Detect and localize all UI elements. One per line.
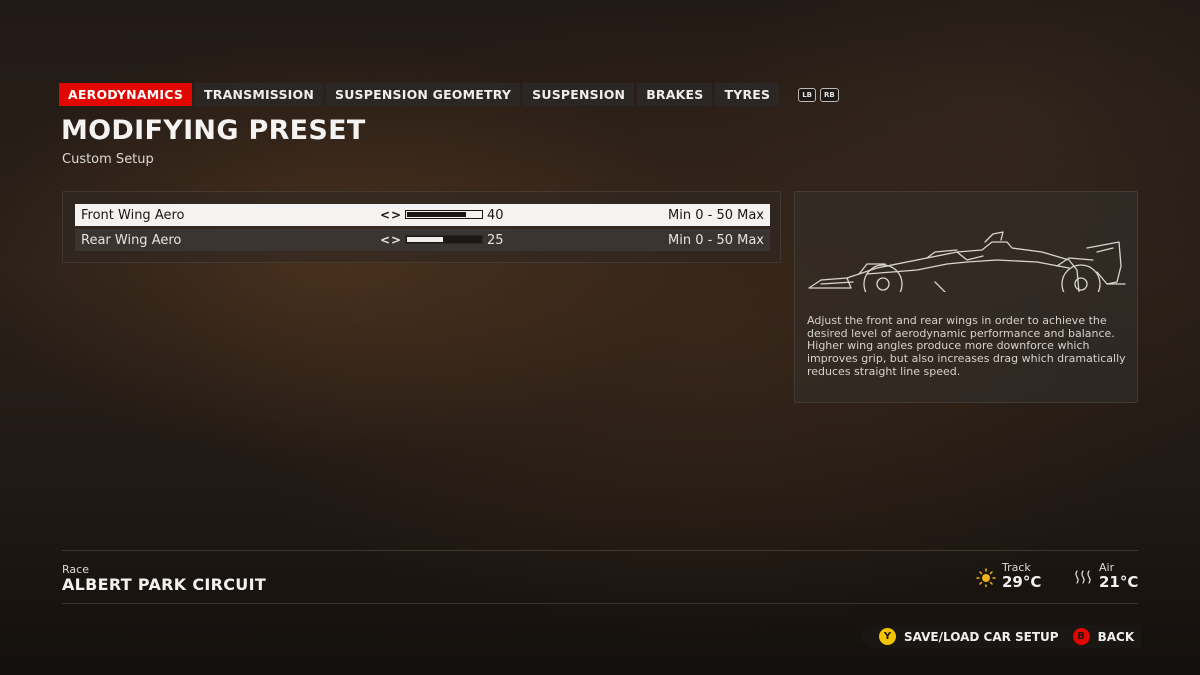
info-description: Adjust the front and rear wings in order… bbox=[807, 314, 1127, 379]
setup-tabs: AERODYNAMICS TRANSMISSION SUSPENSION GEO… bbox=[59, 83, 839, 106]
air-temperature: Air 21°C bbox=[1073, 562, 1138, 591]
rb-button-icon[interactable]: RB bbox=[820, 87, 839, 102]
save-load-setup-button[interactable]: Y SAVE/LOAD CAR SETUP bbox=[879, 628, 1059, 645]
back-button[interactable]: B BACK bbox=[1072, 628, 1135, 645]
track-temp-value: 29°C bbox=[1002, 573, 1042, 591]
air-temp-value: 21°C bbox=[1099, 573, 1139, 591]
divider bbox=[62, 603, 1138, 604]
f1-car-outline-icon bbox=[808, 231, 1126, 292]
prompt-label: BACK bbox=[1097, 629, 1135, 644]
info-paragraph: Adjust the front and rear wings in order… bbox=[807, 314, 1115, 340]
sun-icon bbox=[976, 567, 996, 587]
adjust-arrows-icon[interactable]: <> bbox=[380, 233, 402, 247]
tab-tyres[interactable]: TYRES bbox=[715, 83, 780, 106]
setting-range: Min 0 - 50 Max bbox=[668, 232, 764, 248]
settings-panel: Front Wing Aero <> 40 Min 0 - 50 Max Rea… bbox=[62, 191, 781, 263]
divider bbox=[62, 550, 1138, 551]
setting-row-front-wing-aero[interactable]: Front Wing Aero <> 40 Min 0 - 50 Max bbox=[75, 204, 770, 226]
prompt-label: SAVE/LOAD CAR SETUP bbox=[904, 629, 1059, 644]
info-panel: Adjust the front and rear wings in order… bbox=[794, 191, 1138, 403]
tab-aerodynamics[interactable]: AERODYNAMICS bbox=[59, 83, 193, 106]
setting-label: Front Wing Aero bbox=[81, 207, 185, 223]
b-button-icon: B bbox=[1072, 628, 1090, 645]
circuit-name: ALBERT PARK CIRCUIT bbox=[62, 575, 267, 594]
slider-fill bbox=[407, 237, 443, 242]
value-slider[interactable] bbox=[405, 235, 483, 244]
bumper-hints: LB RB bbox=[798, 83, 839, 106]
setting-value: 25 bbox=[487, 232, 504, 248]
info-paragraph: Higher wing angles produce more downforc… bbox=[807, 339, 1126, 378]
lb-button-icon[interactable]: LB bbox=[798, 87, 817, 102]
tab-suspension[interactable]: SUSPENSION bbox=[523, 83, 635, 106]
button-prompts: Y SAVE/LOAD CAR SETUP B BACK bbox=[861, 625, 1141, 648]
setting-range: Min 0 - 50 Max bbox=[668, 207, 764, 223]
adjust-arrows-icon[interactable]: <> bbox=[380, 208, 402, 222]
page-title: MODIFYING PRESET bbox=[61, 115, 366, 146]
tab-brakes[interactable]: BRAKES bbox=[637, 83, 713, 106]
heat-waves-icon bbox=[1075, 569, 1091, 584]
tab-transmission[interactable]: TRANSMISSION bbox=[195, 83, 323, 106]
slider-fill bbox=[407, 212, 466, 217]
setting-row-rear-wing-aero[interactable]: Rear Wing Aero <> 25 Min 0 - 50 Max bbox=[75, 229, 770, 251]
value-slider[interactable] bbox=[405, 210, 483, 219]
y-button-icon: Y bbox=[879, 628, 896, 645]
page-subtitle: Custom Setup bbox=[62, 152, 154, 167]
tab-suspension-geometry[interactable]: SUSPENSION GEOMETRY bbox=[326, 83, 521, 106]
setting-value: 40 bbox=[487, 207, 504, 223]
setting-label: Rear Wing Aero bbox=[81, 232, 182, 248]
track-temperature: Track 29°C bbox=[976, 562, 1041, 591]
